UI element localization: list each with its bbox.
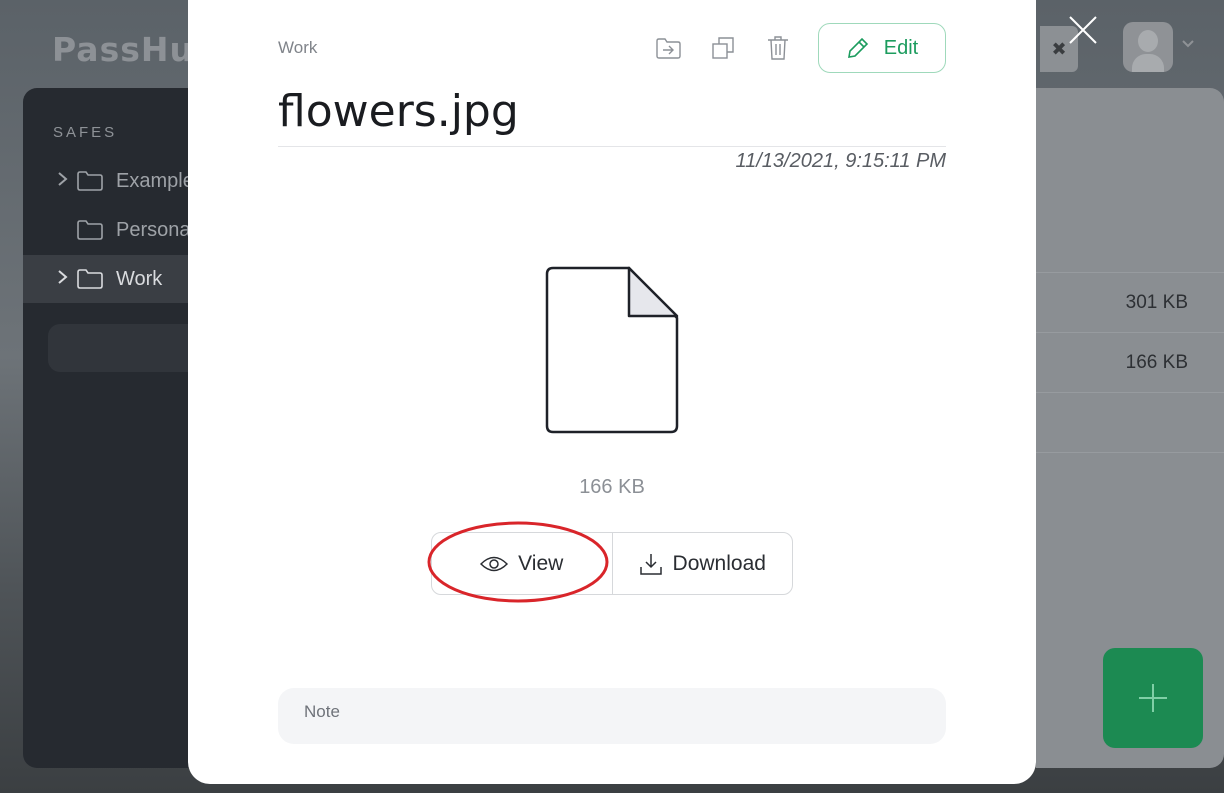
list-item[interactable]: 301 KB: [1036, 272, 1224, 332]
list-item-size: 166 KB: [1125, 351, 1188, 373]
copy-icon: [712, 37, 734, 59]
view-button[interactable]: View: [432, 533, 612, 594]
copy-button[interactable]: [708, 34, 738, 62]
note-field[interactable]: Note: [278, 688, 946, 744]
download-label: Download: [672, 551, 766, 575]
folder-icon: [77, 220, 103, 240]
safes-heading: SAFES: [53, 124, 118, 141]
sidebar-item-label: Personal: [116, 218, 195, 241]
move-icon: [656, 38, 681, 59]
plus-icon: [1139, 684, 1167, 712]
chevron-down-icon[interactable]: [1180, 36, 1196, 52]
edit-button[interactable]: Edit: [818, 23, 946, 73]
user-avatar[interactable]: [1123, 22, 1173, 72]
view-label: View: [518, 551, 564, 575]
folder-icon: [77, 171, 103, 191]
add-item-button[interactable]: [1103, 648, 1203, 748]
chevron-right-icon: [57, 269, 71, 290]
delete-button[interactable]: [763, 34, 793, 62]
chevron-right-icon: [57, 171, 71, 192]
file-icon: [545, 266, 679, 434]
download-button[interactable]: Download: [611, 533, 793, 594]
list-divider: [1036, 452, 1224, 453]
list-item[interactable]: [1036, 392, 1224, 452]
trash-icon: [768, 36, 788, 60]
modified-timestamp: 11/13/2021, 9:15:11 PM: [735, 150, 946, 172]
edit-label: Edit: [883, 36, 919, 59]
move-button[interactable]: [653, 34, 683, 62]
file-title: flowers.jpg: [278, 86, 519, 137]
eye-icon: [480, 556, 509, 571]
download-icon: [639, 553, 662, 575]
breadcrumb-safe: Work: [278, 38, 318, 57]
file-details-modal: Work Edit flowers.jpg 11/13/2021, 9:15:1…: [188, 0, 1036, 784]
file-size: 166 KB: [579, 476, 645, 498]
sidebar-item-label: Work: [116, 267, 163, 290]
folder-icon: [77, 269, 103, 289]
pencil-icon: [847, 37, 868, 58]
list-item[interactable]: 166 KB: [1036, 332, 1224, 392]
list-item-size: 301 KB: [1125, 291, 1188, 313]
close-icon[interactable]: [1067, 14, 1099, 46]
file-actions: View Download: [431, 532, 793, 595]
title-divider: [278, 146, 946, 147]
